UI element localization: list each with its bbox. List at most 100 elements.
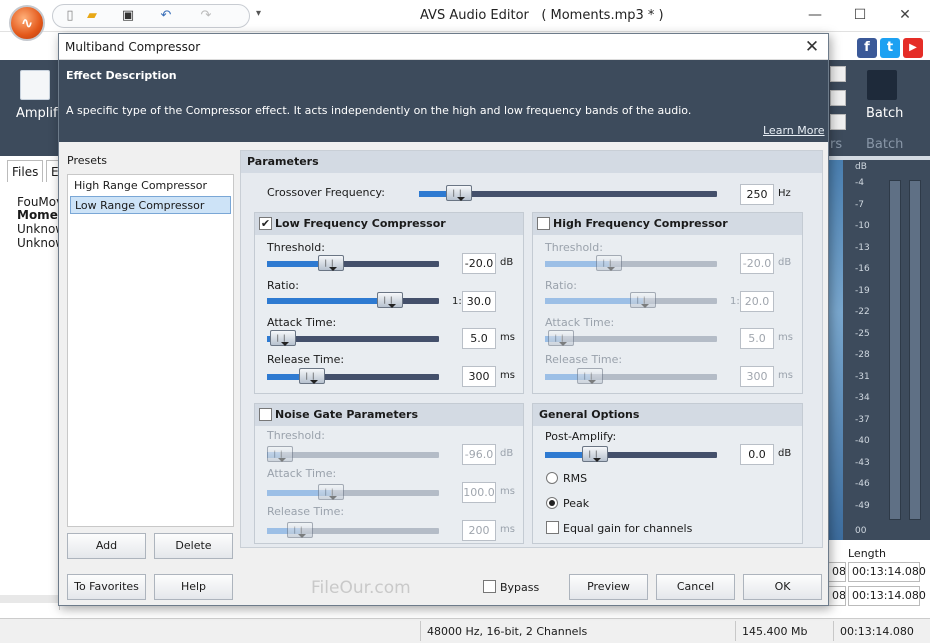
unit-db: dB <box>778 448 792 459</box>
ratio-prefix: 1: <box>452 296 462 307</box>
high-frequency-header: High Frequency Compressor <box>533 213 802 235</box>
twitter-icon[interactable]: t <box>880 38 900 58</box>
maximize-button[interactable]: ☐ <box>845 4 875 26</box>
gate-threshold-value[interactable]: -96.0 <box>462 444 496 465</box>
equal-gain-checkbox[interactable] <box>546 521 559 534</box>
low-release-value[interactable]: 300 <box>462 366 496 387</box>
delete-button[interactable]: Delete <box>154 533 233 559</box>
gate-threshold-slider[interactable]: || <box>267 446 439 462</box>
low-ratio-slider[interactable]: || <box>267 292 439 308</box>
slider-thumb[interactable]: || <box>318 255 344 271</box>
app-title-bar: ∿ ▯ ▰ ▣ ↶ ↷ ▾ AVS Audio Editor ( Moments… <box>0 0 930 41</box>
high-release-value[interactable]: 300 <box>740 366 774 387</box>
slider-thumb[interactable]: || <box>446 185 472 201</box>
batch-button-label[interactable]: Batch <box>866 106 903 121</box>
youtube-icon[interactable]: ▶ <box>903 38 923 58</box>
tool-icon[interactable] <box>830 90 846 106</box>
bypass-label[interactable]: Bypass <box>500 581 539 594</box>
slider-thumb[interactable]: || <box>548 330 574 346</box>
slider-thumb[interactable]: || <box>270 330 296 346</box>
close-button[interactable]: ✕ <box>890 4 920 26</box>
crossover-slider[interactable]: || <box>419 185 717 201</box>
slider-thumb[interactable]: || <box>582 446 608 462</box>
slider-thumb[interactable]: || <box>630 292 656 308</box>
dialog-close-icon[interactable]: ✕ <box>801 36 823 58</box>
help-button[interactable]: Help <box>154 574 233 600</box>
high-ratio-value[interactable]: 20.0 <box>740 291 774 312</box>
learn-more-link[interactable]: Learn More <box>763 124 825 137</box>
high-attack-value[interactable]: 5.0 <box>740 328 774 349</box>
threshold-label: Threshold: <box>545 241 603 254</box>
high-attack-slider[interactable]: || <box>545 330 717 346</box>
tool-icon[interactable] <box>830 66 846 82</box>
threshold-label: Threshold: <box>267 241 325 254</box>
slider-fill <box>267 298 390 304</box>
low-attack-value[interactable]: 5.0 <box>462 328 496 349</box>
horizontal-scrollbar[interactable] <box>0 595 58 603</box>
general-options-header: General Options <box>533 404 802 426</box>
post-amplify-value[interactable]: 0.0 <box>740 444 774 465</box>
gate-release-value[interactable]: 200 <box>462 520 496 541</box>
gate-attack-slider[interactable]: || <box>267 484 439 500</box>
post-amplify-slider[interactable]: || <box>545 446 717 462</box>
peak-radio[interactable] <box>546 497 558 509</box>
facebook-icon[interactable]: f <box>857 38 877 58</box>
waveform-view[interactable] <box>829 160 843 540</box>
ratio-label: Ratio: <box>545 279 577 292</box>
ok-button[interactable]: OK <box>743 574 822 600</box>
rms-radio[interactable] <box>546 472 558 484</box>
right-channel-meter <box>909 180 921 520</box>
low-frequency-checkbox[interactable]: ✔ <box>259 217 272 230</box>
noise-gate-checkbox[interactable] <box>259 408 272 421</box>
rms-label[interactable]: RMS <box>563 472 587 485</box>
redo-icon[interactable]: ↷ <box>197 7 215 25</box>
amplify-icon[interactable] <box>20 70 50 100</box>
slider-thumb[interactable]: || <box>377 292 403 308</box>
low-threshold-value[interactable]: -20.0 <box>462 253 496 274</box>
high-threshold-slider[interactable]: || <box>545 255 717 271</box>
undo-icon[interactable]: ↶ <box>157 7 175 25</box>
tool-icon[interactable] <box>830 114 846 130</box>
tab-files[interactable]: Files <box>7 160 44 182</box>
dialog-title-bar: Multiband Compressor ✕ <box>59 34 828 60</box>
bypass-checkbox[interactable] <box>483 580 496 593</box>
slider-thumb[interactable]: || <box>287 522 313 538</box>
waveform-logo-icon[interactable]: ∿ <box>9 5 45 41</box>
qat-customize-icon[interactable]: ▾ <box>256 8 261 19</box>
high-ratio-slider[interactable]: || <box>545 292 717 308</box>
gate-attack-value[interactable]: 100.0 <box>462 482 496 503</box>
slider-thumb[interactable]: || <box>299 368 325 384</box>
high-frequency-checkbox[interactable] <box>537 217 550 230</box>
slider-thumb[interactable]: || <box>318 484 344 500</box>
batch-icon[interactable] <box>867 70 897 100</box>
preview-button[interactable]: Preview <box>569 574 648 600</box>
high-release-slider[interactable]: || <box>545 368 717 384</box>
slider-thumb[interactable]: || <box>596 255 622 271</box>
crossover-value[interactable]: 250 <box>740 184 774 205</box>
ratio-label: Ratio: <box>267 279 299 292</box>
unit-db: dB <box>500 448 514 459</box>
new-file-icon[interactable]: ▯ <box>63 7 77 25</box>
gate-release-slider[interactable]: || <box>267 522 439 538</box>
level-meters <box>883 160 930 540</box>
peak-label[interactable]: Peak <box>563 497 589 510</box>
low-ratio-value[interactable]: 30.0 <box>462 291 496 312</box>
cancel-button[interactable]: Cancel <box>656 574 735 600</box>
minimize-button[interactable]: — <box>800 4 830 26</box>
window-title: AVS Audio Editor ( Moments.mp3 * ) <box>420 8 664 23</box>
slider-thumb[interactable]: || <box>267 446 293 462</box>
preset-item[interactable]: High Range Compressor <box>70 177 231 195</box>
low-release-slider[interactable]: || <box>267 368 439 384</box>
to-favorites-button[interactable]: To Favorites <box>67 574 146 600</box>
open-folder-icon[interactable]: ▰ <box>83 7 101 25</box>
slider-thumb[interactable]: || <box>577 368 603 384</box>
save-icon[interactable]: ▣ <box>119 7 137 25</box>
high-threshold-value[interactable]: -20.0 <box>740 253 774 274</box>
low-attack-slider[interactable]: || <box>267 330 439 346</box>
status-divider <box>833 621 834 641</box>
preset-item-selected[interactable]: Low Range Compressor <box>70 196 231 214</box>
crossover-label: Crossover Frequency: <box>267 186 385 199</box>
equal-gain-label[interactable]: Equal gain for channels <box>563 522 692 535</box>
low-threshold-slider[interactable]: || <box>267 255 439 271</box>
add-button[interactable]: Add <box>67 533 146 559</box>
